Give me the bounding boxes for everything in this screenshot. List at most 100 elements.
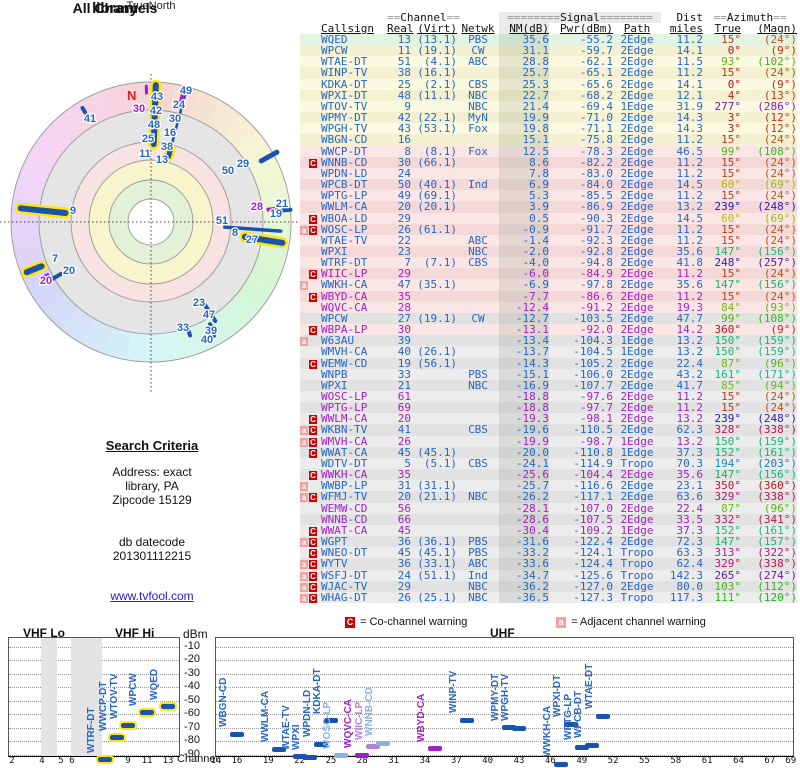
adjacent-warning-cell	[300, 291, 309, 302]
co-channel-warning-cell	[309, 369, 319, 380]
path-cell: Tropo	[620, 590, 654, 604]
azimuth-magnetic-cell: (274°)	[757, 568, 797, 582]
network-cell	[457, 514, 499, 525]
adjacent-channel-warning-icon: a	[556, 617, 566, 629]
azimuth-true-cell: 15°	[721, 133, 741, 147]
signal-bar-callsign-label: WPCB-DT	[573, 691, 585, 739]
distance-cell: 35.6	[676, 278, 704, 292]
signal-bar-callsign-label: WWCP-DT	[98, 681, 109, 731]
co-channel-warning-icon: C	[309, 415, 317, 425]
adjacent-warning-cell	[300, 56, 309, 67]
power-dbm-cell: -97.8	[579, 278, 613, 292]
tvfool-link[interactable]: www.tvfool.com	[110, 589, 193, 603]
power-dbm-cell: -105.2	[573, 356, 613, 370]
channel-tick-label: 58	[670, 756, 682, 766]
adjacent-warning-cell	[300, 391, 309, 402]
co-channel-warning-cell	[309, 45, 319, 56]
virtual-channel-cell: (61.1)	[417, 222, 457, 236]
co-channel-warning-cell	[309, 34, 319, 45]
adjacent-warning-cell: a	[300, 570, 309, 581]
table-row[interactable]: a C WKBN-TV 41 CBS -19.6 -110.5 2Edge 62.3 328° (3…	[300, 423, 797, 437]
network-cell	[457, 503, 499, 514]
station-channel-label: 47	[203, 309, 215, 321]
virtual-channel-cell: (25.1)	[417, 590, 457, 604]
distance-cell: 14.5	[676, 211, 704, 225]
adjacent-warning-cell: a	[300, 480, 309, 492]
virtual-channel-cell	[411, 324, 457, 335]
co-channel-warning-cell	[309, 402, 319, 413]
co-channel-warning-cell: C	[309, 491, 319, 503]
table-row[interactable]: a C WFMJ-TV 20 (21.1) NBC -26.2 -117.1 2Edge 63.6…	[300, 490, 797, 504]
distance-cell: 22.4	[676, 356, 704, 370]
dbm-tick-label: -90	[184, 747, 200, 760]
network-cell	[457, 190, 499, 201]
table-row[interactable]: C WBOA-LD 29 0.5 -90.3 2Edge 14.5 60° (69°)	[300, 211, 797, 225]
search-zip-line: Zipcode 15129	[112, 493, 192, 507]
table-row[interactable]: a C WSFJ-DT 24 (51.1) Ind -34.7 -125.6 Tropo 142.…	[300, 568, 797, 582]
adjacent-warning-cell	[300, 201, 309, 212]
network-cell	[457, 67, 499, 78]
station-channel-label: 49	[180, 85, 192, 97]
table-row[interactable]: WBGN-CD 16 15.1 -75.8 2Edge 11.2 15° (24°)	[300, 133, 797, 147]
virtual-channel-cell	[411, 402, 457, 413]
table-row[interactable]: WMVH-CA 40 (26.1) -13.7 -104.5 1Edge 13.2 150° (…	[300, 345, 797, 359]
co-channel-warning-icon: C	[345, 617, 355, 629]
table-row[interactable]: a WWKH-CA 47 (35.1) -6.9 -97.8 2Edge 35.6 147° (1…	[300, 278, 797, 292]
adjacent-warning-cell	[300, 268, 309, 279]
co-channel-warning-cell	[309, 235, 319, 246]
table-row[interactable]: a C WYTV 36 (33.1) ABC -33.6 -124.4 Tropo 62.4 329…	[300, 558, 797, 570]
distance-cell: 142.3	[669, 568, 703, 582]
virtual-channel-cell	[411, 369, 457, 380]
co-channel-warning-icon: C	[309, 270, 317, 280]
compass-label: TrueNorth	[126, 0, 176, 12]
real-channel-cell: 24	[397, 568, 411, 582]
co-channel-warning-icon: C	[309, 437, 317, 447]
channel-tick-label: 13	[162, 756, 174, 766]
table-row[interactable]: C WEMW-CD 19 (56.1) -14.3 -105.2 2Edge 22.4 87° (…	[300, 356, 797, 370]
co-channel-warning-cell	[309, 391, 319, 402]
path-cell: 2Edge	[620, 66, 654, 80]
real-channel-cell: 20	[397, 200, 411, 214]
adjacent-warning-cell	[300, 313, 309, 324]
signal-bar	[303, 754, 318, 760]
signal-bar-callsign-label: WQED	[149, 668, 160, 700]
station-channel-label: 24	[173, 99, 186, 111]
co-channel-warning-cell: C	[309, 413, 319, 425]
network-cell	[457, 402, 499, 413]
power-dbm-cell: -125.6	[573, 568, 613, 582]
adjacent-warning-cell	[300, 458, 309, 469]
signal-bar	[553, 761, 568, 767]
network-cell: NBC	[468, 490, 488, 504]
adjacent-warning-cell	[300, 346, 309, 357]
real-channel-cell: 16	[397, 133, 411, 147]
virtual-channel-cell: (21.1)	[417, 490, 457, 504]
real-channel-cell: 41	[397, 423, 411, 437]
co-channel-warning-cell: C	[309, 213, 319, 224]
co-channel-warning-cell: C	[309, 157, 319, 168]
table-row[interactable]: WINP-TV 38 (16.1) 25.7 -65.1 2Edge 11.2 15° (24°…	[300, 66, 797, 80]
channel-tick-label: 11	[141, 756, 153, 766]
station-channel-label: 20	[40, 275, 52, 287]
virtual-channel-cell: (5.1)	[423, 456, 457, 470]
signal-bar-callsign-label: WTOV-TV	[109, 673, 120, 719]
co-channel-warning-cell: C	[309, 592, 319, 603]
adjacent-channel-warning-icon: a	[300, 582, 308, 592]
nm-db-cell: -33.6	[499, 558, 549, 570]
table-row[interactable]: WWLM-CA 20 (20.1) 3.9 -86.9 2Edge 13.2 239° (248…	[300, 200, 797, 214]
network-cell: Ind	[468, 568, 488, 582]
table-row[interactable]: a C WHAG-DT 26 (25.1) NBC -36.5 -127.3 Tropo 117.…	[300, 592, 797, 603]
nm-db-cell: 3.9	[499, 201, 549, 213]
channel-tick-label: 19	[262, 756, 274, 766]
adjacent-channel-warning-icon: a	[300, 571, 308, 581]
virtual-channel-cell: (56.1)	[417, 356, 457, 370]
network-cell: NBC	[468, 590, 488, 604]
co-channel-warning-cell	[309, 313, 319, 324]
power-dbm-cell: -104.5	[573, 345, 613, 359]
co-channel-warning-icon: C	[309, 526, 317, 536]
adjacent-channel-legend-text: = Adjacent channel warning	[571, 616, 706, 628]
adjacent-warning-cell: a	[300, 279, 309, 291]
signal-bar	[229, 731, 244, 737]
station-channel-label: 48	[148, 119, 160, 131]
channel-tick-label: 6	[69, 756, 75, 766]
adjacent-channel-legend: a = Adjacent channel warning	[556, 616, 706, 629]
